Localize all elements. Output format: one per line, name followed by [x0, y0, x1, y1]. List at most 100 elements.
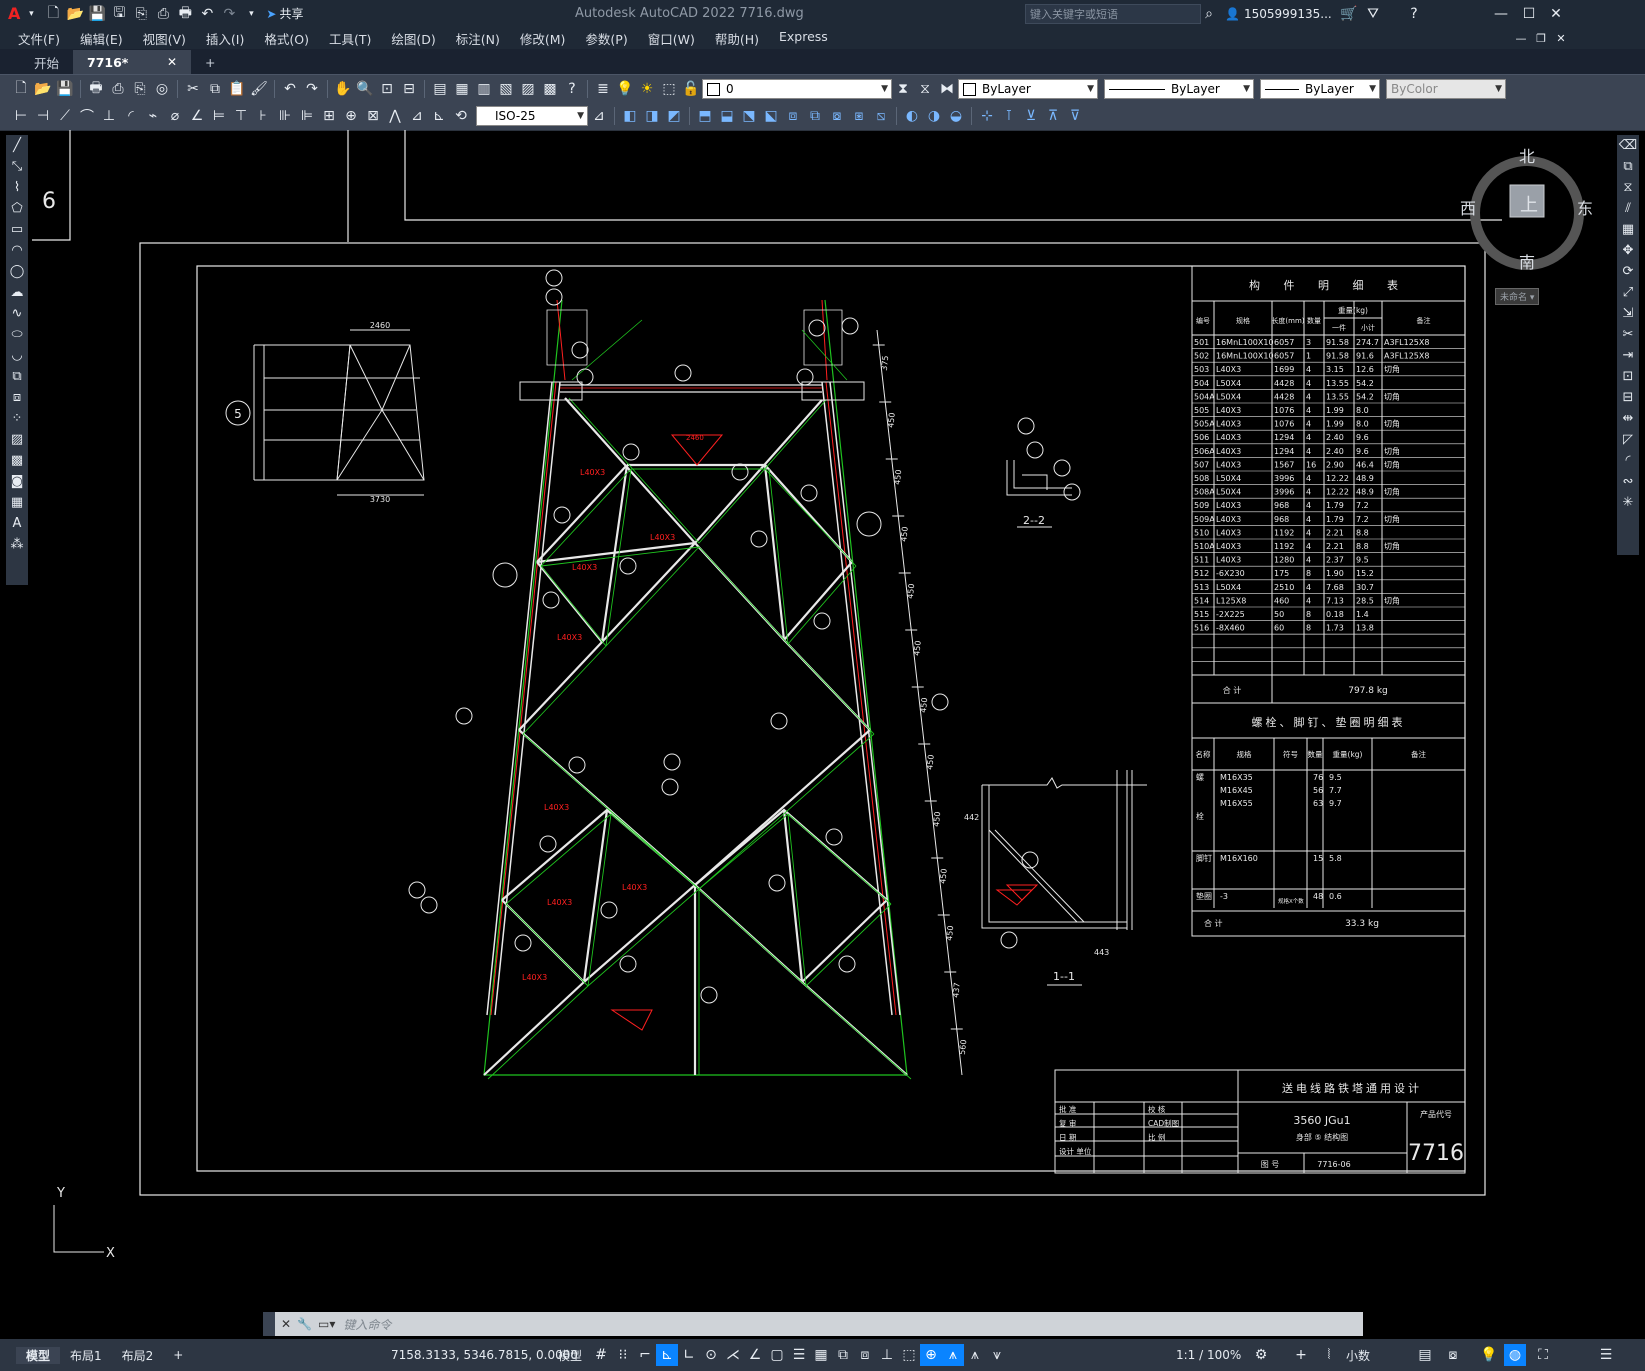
dim-break-icon[interactable]: ⊫: [296, 105, 318, 127]
print-icon[interactable]: 🖶: [174, 3, 196, 25]
tab-start[interactable]: 开始: [20, 50, 73, 74]
annotation-scale[interactable]: 1:1 / 100%: [1170, 1348, 1247, 1362]
layer-on-icon[interactable]: 💡: [614, 78, 636, 100]
break-at-point-icon[interactable]: ⊡: [1618, 366, 1638, 387]
wcs-menu[interactable]: 未命名 ▾: [1495, 288, 1540, 305]
layer-previous-icon[interactable]: ⧖: [914, 78, 936, 100]
qnew-icon[interactable]: 🗋: [10, 78, 32, 100]
help-icon[interactable]: ?: [1403, 3, 1425, 25]
dynamic-input-icon[interactable]: ⊥: [876, 1344, 898, 1366]
make-block-icon[interactable]: ⧈: [7, 387, 27, 408]
osnap-icon[interactable]: ▢: [766, 1344, 788, 1366]
viewcube-south[interactable]: 南: [1519, 249, 1535, 273]
scale-icon[interactable]: ⤢: [1618, 282, 1638, 303]
menu-item-1[interactable]: 编辑(E): [70, 29, 133, 48]
layer-state-icon[interactable]: ⧓: [936, 78, 958, 100]
layout-tab-1[interactable]: 布局1: [60, 1347, 112, 1364]
drawing-canvas[interactable]: 6 5 2460 3730 L40X3L40X3 L40X3L40X3 L40X…: [32, 130, 1612, 1310]
tolerance-icon[interactable]: ⊞: [318, 105, 340, 127]
menu-item-4[interactable]: 格式(O): [254, 29, 319, 48]
tab-drawing[interactable]: 7716* ✕: [73, 50, 192, 74]
search-input[interactable]: 键入关键字或短语: [1030, 6, 1118, 22]
minimize-icon[interactable]: —: [1490, 3, 1512, 25]
menu-item-5[interactable]: 工具(T): [319, 29, 381, 48]
ellipse-icon[interactable]: ⬭: [7, 324, 27, 345]
otrack-icon[interactable]: ∠: [744, 1344, 766, 1366]
maximize-icon[interactable]: ☐: [1518, 3, 1540, 25]
linear-dim-icon[interactable]: ⊣: [32, 105, 54, 127]
jogged-linear-icon[interactable]: ⋀: [384, 105, 406, 127]
app-menu-chevron-icon[interactable]: ▾: [20, 3, 42, 25]
trim-icon[interactable]: ✂: [1618, 324, 1638, 345]
jogged-icon[interactable]: ⌁: [142, 105, 164, 127]
close-command-icon[interactable]: ✕: [281, 1317, 291, 1331]
revcloud-icon[interactable]: ☁: [7, 282, 27, 303]
lock-ui-icon[interactable]: ⧇: [1442, 1344, 1464, 1366]
web-icon[interactable]: ◎: [151, 78, 173, 100]
solid-wedge-icon[interactable]: ◨: [641, 105, 663, 127]
offset-icon[interactable]: ⫽: [1618, 198, 1638, 219]
gradient-icon[interactable]: ▩: [7, 450, 27, 471]
materials-icon[interactable]: ◒: [945, 105, 967, 127]
properties-icon[interactable]: ▤: [429, 78, 451, 100]
mtext-icon[interactable]: A: [7, 513, 27, 534]
save-as-icon[interactable]: 🖫: [108, 3, 130, 25]
table-icon[interactable]: ▦: [7, 492, 27, 513]
command-input[interactable]: 键入命令: [343, 1316, 391, 1333]
cart-icon[interactable]: 🛒: [1338, 3, 1360, 25]
search-icon[interactable]: ⌕: [1198, 3, 1220, 25]
extrude-icon[interactable]: ⬒: [694, 105, 716, 127]
units-value[interactable]: 小数: [1340, 1347, 1376, 1364]
insert-block-icon[interactable]: ⧉: [7, 366, 27, 387]
linetype-dropdown[interactable]: ByLayer ▼: [1104, 79, 1254, 99]
intersect-icon[interactable]: ⧆: [848, 105, 870, 127]
doc-restore-icon[interactable]: ❐: [1530, 27, 1552, 49]
layer-dropdown[interactable]: 0 ▼: [702, 79, 892, 99]
ucs-face-icon[interactable]: ⊼: [1042, 105, 1064, 127]
export-icon[interactable]: ⎙: [152, 3, 174, 25]
viewcube-top[interactable]: 上: [1520, 191, 1538, 217]
share-button[interactable]: ➤ 共享: [266, 5, 303, 22]
paste-icon[interactable]: 📋: [226, 78, 248, 100]
selection-cycling-icon[interactable]: ⧉: [832, 1344, 854, 1366]
polar-icon[interactable]: ⊙: [700, 1344, 722, 1366]
hatch-icon[interactable]: ▨: [7, 429, 27, 450]
open-file-icon[interactable]: 📂: [64, 3, 86, 25]
copy-object-icon[interactable]: ⧉: [1618, 156, 1638, 177]
dim-edit-icon[interactable]: ⊿: [406, 105, 428, 127]
customization-icon[interactable]: ☰: [1595, 1344, 1617, 1366]
layer-properties-icon[interactable]: ≣: [592, 78, 614, 100]
redo-tb-icon[interactable]: ↷: [301, 78, 323, 100]
polyline-icon[interactable]: ⌇: [7, 177, 27, 198]
solid-cone-icon[interactable]: ◩: [663, 105, 685, 127]
plot-icon[interactable]: 🖶: [85, 78, 107, 100]
viewcube-west[interactable]: 西: [1460, 195, 1476, 219]
circle-icon[interactable]: ◯: [7, 261, 27, 282]
user-account[interactable]: 👤 1505999135...: [1225, 7, 1332, 21]
dimstyle-dropdown[interactable]: ISO-25 ▼: [476, 106, 588, 126]
blend-icon[interactable]: ∾: [1618, 471, 1638, 492]
layer-freeze-icon[interactable]: ☀: [636, 78, 658, 100]
join-icon[interactable]: ⇹: [1618, 408, 1638, 429]
stretch-icon[interactable]: ⇲: [1618, 303, 1638, 324]
close-icon[interactable]: ✕: [1545, 3, 1567, 25]
arc-length-icon[interactable]: ⌒: [76, 105, 98, 127]
undo-tb-icon[interactable]: ↶: [279, 78, 301, 100]
dim-space-icon[interactable]: ⊪: [274, 105, 296, 127]
help-tb-icon[interactable]: ?: [561, 78, 583, 100]
pan-icon[interactable]: ✋: [332, 78, 354, 100]
open-icon[interactable]: 📂: [32, 78, 54, 100]
spline-icon[interactable]: ∿: [7, 303, 27, 324]
redo-icon[interactable]: ↷: [218, 3, 240, 25]
autodesk-a360-icon[interactable]: ⛛: [1362, 3, 1384, 25]
diameter-icon[interactable]: ⌀: [164, 105, 186, 127]
design-center-icon[interactable]: ▦: [451, 78, 473, 100]
rectangle-icon[interactable]: ▭: [7, 219, 27, 240]
markup-icon[interactable]: ▨: [517, 78, 539, 100]
save-icon[interactable]: 💾: [86, 3, 108, 25]
isolate-objects-icon[interactable]: 💡: [1478, 1344, 1500, 1366]
menu-item-3[interactable]: 插入(I): [196, 29, 254, 48]
3d-osnap-icon[interactable]: ⧈: [854, 1344, 876, 1366]
lineweight-icon[interactable]: ☰: [788, 1344, 810, 1366]
layout-tab-0[interactable]: 模型: [16, 1346, 61, 1364]
